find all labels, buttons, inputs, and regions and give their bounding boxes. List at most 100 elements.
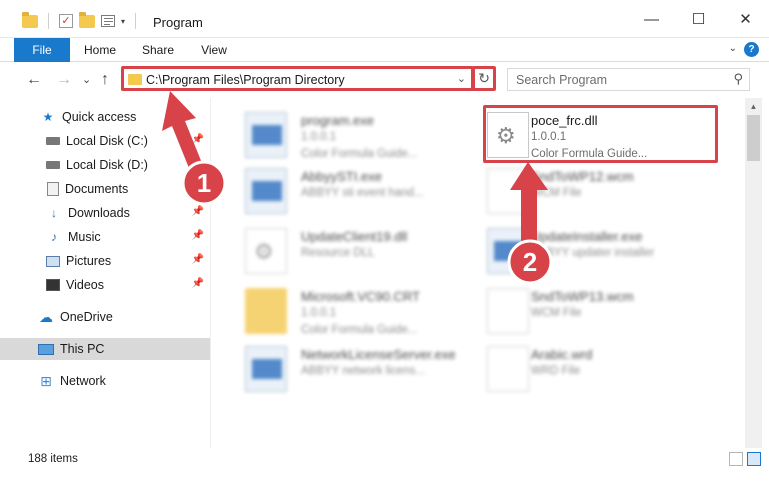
pin-icon: 📌 <box>191 206 204 217</box>
maximize-button[interactable]: ☐ <box>675 0 722 38</box>
sidebar-item-onedrive[interactable]: ☁ OneDrive <box>0 306 210 328</box>
customize-toolbar-dropdown-icon[interactable]: ▾ <box>121 17 125 26</box>
sidebar-item-documents[interactable]: Documents 📌 <box>0 178 210 200</box>
sidebar-item-label: Downloads <box>68 206 130 220</box>
window-controls: — ☐ ✕ <box>628 0 769 38</box>
forward-arrow-icon[interactable]: → <box>56 71 72 89</box>
file-icon <box>487 168 529 214</box>
vertical-scrollbar[interactable]: ▲ <box>745 98 762 448</box>
close-button[interactable]: ✕ <box>722 0 769 38</box>
file-name: SndToWP13.wcm <box>531 289 634 304</box>
sidebar-item-quick-access[interactable]: ★ Quick access <box>0 106 210 128</box>
file-name: Microsoft.VC90.CRT <box>301 289 420 304</box>
sidebar-item-label: Network <box>60 374 106 388</box>
sidebar-item-music[interactable]: ♪ Music 📌 <box>0 226 210 248</box>
file-name: AbbyySTI.exe <box>301 169 382 184</box>
file-description: ABBYY network licens... <box>301 365 425 377</box>
computer-icon <box>38 343 54 355</box>
properties-check-icon[interactable]: ✓ <box>59 14 73 28</box>
list-item[interactable]: UpdateClient19.dll Resource DLL <box>221 220 461 280</box>
list-item[interactable]: SndToWP12.wcm WCM File <box>463 160 703 220</box>
exe-icon <box>245 346 287 392</box>
cloud-icon: ☁ <box>39 308 53 325</box>
list-item[interactable]: program.exe 1.0.0.1 Color Formula Guide.… <box>221 104 461 164</box>
recent-locations-icon[interactable]: ⌄ <box>82 73 91 86</box>
pictures-icon <box>46 255 60 267</box>
sidebar-item-label: Pictures <box>66 254 112 268</box>
sidebar-item-label: This PC <box>60 342 105 356</box>
pin-icon: 📌 <box>191 278 204 289</box>
file-description: WCM File <box>531 187 582 199</box>
sidebar-item-this-pc[interactable]: This PC <box>0 338 210 360</box>
expand-ribbon-icon[interactable]: ⌄ <box>729 43 737 54</box>
sidebar-item-pictures[interactable]: Pictures 📌 <box>0 250 210 272</box>
exe-icon <box>487 228 529 274</box>
title-bar: ✓ ▾ Program — ☐ ✕ <box>0 0 769 38</box>
search-box[interactable]: Search Program ⚲ <box>507 68 750 91</box>
address-bar-highlight <box>121 66 474 91</box>
minimize-button[interactable]: — <box>628 0 675 38</box>
list-item[interactable]: NetworkLicenseServer.exe ABBYY network l… <box>221 338 461 398</box>
target-file-highlight <box>483 105 718 163</box>
pin-icon: 📌 <box>191 134 204 145</box>
file-name: SndToWP12.wcm <box>531 169 634 184</box>
file-description: ABBYY sti event hand... <box>301 187 424 199</box>
help-icon[interactable]: ? <box>744 42 759 57</box>
network-icon: ⊞ <box>40 372 52 389</box>
pin-icon: 📌 <box>191 254 204 265</box>
file-version: 1.0.0.1 <box>301 307 337 319</box>
status-bar: 188 items <box>0 448 769 470</box>
file-name: program.exe <box>301 113 374 128</box>
toolbar-divider <box>135 13 137 29</box>
sidebar-item-local-disk-c[interactable]: Local Disk (C:) 📌 <box>0 130 210 152</box>
document-icon <box>47 182 59 196</box>
sidebar-item-downloads[interactable]: ↓ Downloads 📌 <box>0 202 210 224</box>
sidebar-item-label: OneDrive <box>60 310 113 324</box>
quick-access-toolbar: ✓ ▾ <box>22 11 140 29</box>
list-item[interactable]: UpdateInstaller.exe ABBYY updater instal… <box>463 220 703 280</box>
tab-share[interactable]: Share <box>132 38 184 62</box>
list-item[interactable]: SndToWP13.wcm WCM File <box>463 280 703 340</box>
sidebar-item-videos[interactable]: Videos 📌 <box>0 274 210 296</box>
large-icons-view-icon[interactable] <box>747 452 761 466</box>
file-version: 1.0.0.1 <box>301 131 337 143</box>
search-icon[interactable]: ⚲ <box>733 71 743 87</box>
up-arrow-icon[interactable]: ↑ <box>101 71 109 89</box>
folder-icon <box>22 11 38 28</box>
disk-icon <box>46 161 60 169</box>
sidebar-item-label: Local Disk (D:) <box>66 158 148 172</box>
tab-home[interactable]: Home <box>74 38 126 62</box>
tab-view[interactable]: View <box>190 38 238 62</box>
sidebar-item-label: Videos <box>66 278 104 292</box>
refresh-button-highlight <box>472 66 496 91</box>
exe-icon <box>245 168 287 214</box>
scroll-up-icon[interactable]: ▲ <box>745 98 762 115</box>
dll-icon <box>245 228 287 274</box>
star-icon: ★ <box>42 110 54 124</box>
search-input[interactable]: Search Program <box>516 73 607 87</box>
sidebar-item-network[interactable]: ⊞ Network <box>0 370 210 392</box>
disk-icon <box>46 137 60 145</box>
back-arrow-icon[interactable]: ← <box>26 71 42 89</box>
list-item[interactable]: Arabic.wrd WRD File <box>463 338 703 398</box>
scrollbar-thumb[interactable] <box>747 115 760 161</box>
sidebar-item-local-disk-d[interactable]: Local Disk (D:) <box>0 154 210 176</box>
ribbon-tabs: File Home Share View ⌄ ? <box>0 38 769 98</box>
file-name: UpdateClient19.dll <box>301 229 408 244</box>
sidebar-item-label: Quick access <box>62 110 137 124</box>
details-view-icon[interactable] <box>729 452 743 466</box>
list-item[interactable]: Microsoft.VC90.CRT 1.0.0.1 Color Formula… <box>221 280 461 340</box>
new-folder-icon[interactable] <box>79 11 95 28</box>
properties-icon[interactable] <box>101 15 115 27</box>
file-name: Arabic.wrd <box>531 347 593 362</box>
sidebar-item-label: Local Disk (C:) <box>66 134 148 148</box>
music-icon: ♪ <box>51 230 57 244</box>
navigation-pane: ★ Quick access Local Disk (C:) 📌 Local D… <box>0 98 210 448</box>
pin-icon: 📌 <box>191 230 204 241</box>
download-icon: ↓ <box>51 206 57 220</box>
file-description: Color Formula Guide... <box>301 148 418 160</box>
file-description: Resource DLL <box>301 247 375 259</box>
file-icon <box>487 288 529 334</box>
list-item[interactable]: AbbyySTI.exe ABBYY sti event hand... <box>221 160 461 220</box>
file-description: WCM File <box>531 307 582 319</box>
